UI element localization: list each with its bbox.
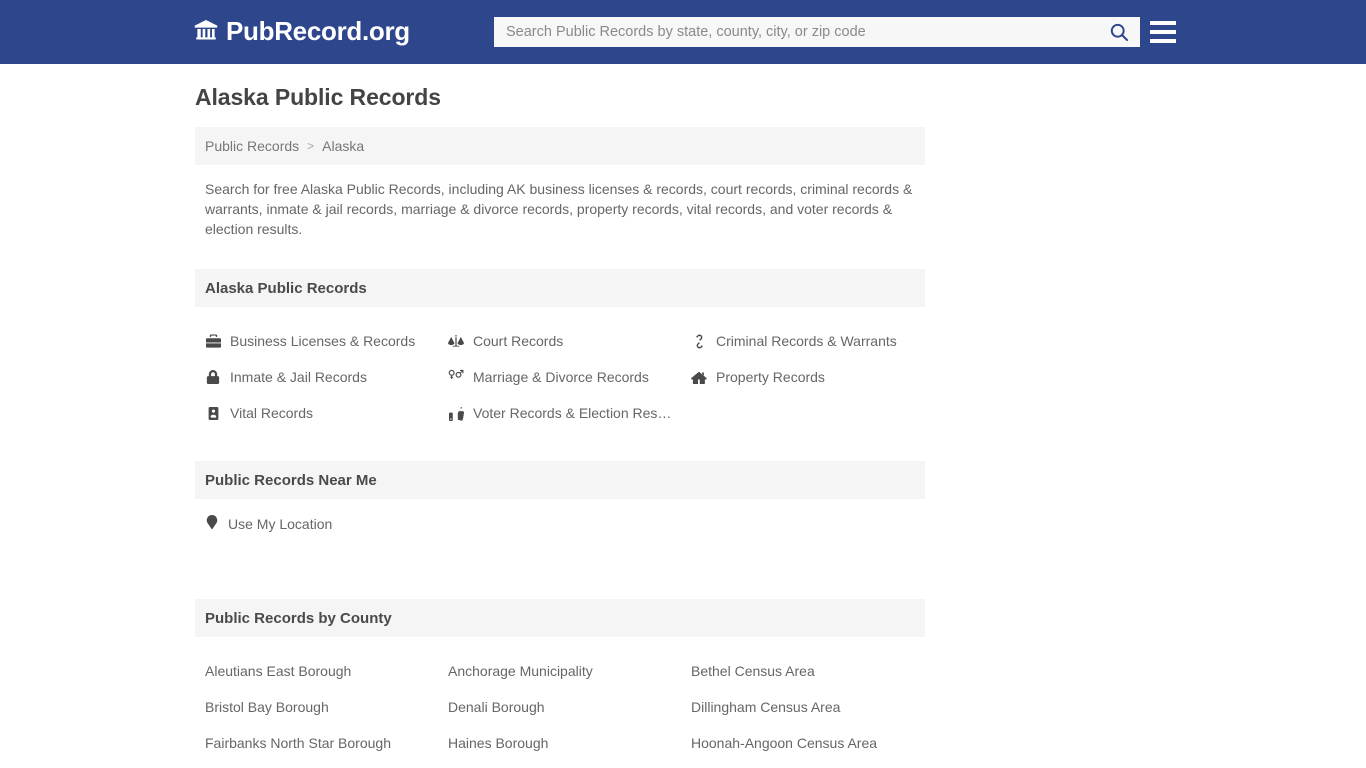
record-link-vital-records[interactable]: Vital Records <box>205 395 448 431</box>
balance-scale-icon <box>448 333 464 349</box>
records-section: Alaska Public Records Business Licenses … <box>195 269 925 431</box>
records-links-grid: Business Licenses & Records Court Record… <box>195 307 925 431</box>
county-section: Public Records by County Aleutians East … <box>195 599 925 768</box>
hamburger-bar-2 <box>1150 30 1176 34</box>
id-card-icon <box>205 405 221 421</box>
breadcrumb-separator: > <box>307 139 315 153</box>
content-container: Alaska Public Records Public Records > A… <box>195 84 925 768</box>
thumbs-up-icon <box>448 405 464 421</box>
county-link[interactable]: Bethel Census Area <box>691 653 935 689</box>
records-section-header: Alaska Public Records <box>195 269 925 307</box>
home-icon <box>691 369 707 385</box>
county-section-header: Public Records by County <box>195 599 925 637</box>
record-link-label: Voter Records & Election Res… <box>473 405 672 421</box>
records-section-title: Alaska Public Records <box>205 279 367 297</box>
use-my-location-label: Use My Location <box>228 515 333 532</box>
venus-mars-icon <box>448 369 464 385</box>
breadcrumb-item-alaska: Alaska <box>322 138 365 154</box>
record-link-voter-records[interactable]: Voter Records & Election Res… <box>448 395 691 431</box>
record-link-label: Vital Records <box>230 405 314 421</box>
county-section-title: Public Records by County <box>205 609 392 627</box>
page-title: Alaska Public Records <box>195 84 441 110</box>
breadcrumb-item-public-records[interactable]: Public Records <box>205 138 299 154</box>
county-link[interactable]: Haines Borough <box>448 725 691 761</box>
county-link[interactable]: Aleutians East Borough <box>205 653 448 689</box>
county-link[interactable]: Denali Borough <box>448 689 691 725</box>
hamburger-menu-icon[interactable] <box>1150 18 1176 46</box>
brand-logo-link[interactable]: PubRecord.org <box>194 18 410 44</box>
page-body: Alaska Public Records Public Records > A… <box>0 64 1366 768</box>
county-link[interactable]: Ketchikan Gateway Borough <box>691 761 935 768</box>
site-header: PubRecord.org <box>0 0 1366 64</box>
search-icon <box>1110 23 1129 42</box>
map-marker-icon <box>205 515 219 532</box>
county-link[interactable]: Kenai Peninsula Borough <box>448 761 691 768</box>
record-link-label: Court Records <box>473 333 564 349</box>
near-me-section: Public Records Near Me Use My Location <box>195 461 925 569</box>
record-link-criminal-records[interactable]: Criminal Records & Warrants <box>691 323 935 359</box>
hamburger-bar-1 <box>1150 21 1176 25</box>
record-link-label: Inmate & Jail Records <box>230 369 367 385</box>
university-icon <box>194 19 218 43</box>
record-link-inmate-jail-records[interactable]: Inmate & Jail Records <box>205 359 448 395</box>
county-link[interactable]: Fairbanks North Star Borough <box>205 725 448 761</box>
near-me-section-title: Public Records Near Me <box>205 471 377 489</box>
record-link-business-licenses[interactable]: Business Licenses & Records <box>205 323 448 359</box>
breadcrumb: Public Records > Alaska <box>195 127 925 165</box>
record-link-label: Criminal Records & Warrants <box>716 333 897 349</box>
search-button[interactable] <box>1098 17 1140 47</box>
intro-paragraph: Search for free Alaska Public Records, i… <box>205 181 913 237</box>
record-link-court-records[interactable]: Court Records <box>448 323 691 359</box>
county-links-grid: Aleutians East Borough Anchorage Municip… <box>195 637 925 768</box>
record-link-marriage-divorce-records[interactable]: Marriage & Divorce Records <box>448 359 691 395</box>
record-link-label: Property Records <box>716 369 825 385</box>
use-my-location-link[interactable]: Use My Location <box>205 515 915 532</box>
record-link-label: Business Licenses & Records <box>230 333 416 349</box>
record-link-property-records[interactable]: Property Records <box>691 359 935 395</box>
briefcase-icon <box>205 333 221 349</box>
county-link[interactable]: Hoonah-Angoon Census Area <box>691 725 935 761</box>
handcuffs-icon <box>691 333 707 349</box>
near-me-body: Use My Location <box>195 499 925 569</box>
hamburger-bar-3 <box>1150 39 1176 43</box>
brand-name: PubRecord.org <box>226 16 410 46</box>
county-link[interactable]: Juneau City and Borough <box>205 761 448 768</box>
county-link[interactable]: Anchorage Municipality <box>448 653 691 689</box>
county-link[interactable]: Bristol Bay Borough <box>205 689 448 725</box>
near-me-section-header: Public Records Near Me <box>195 461 925 499</box>
lock-icon <box>205 369 221 385</box>
search-input[interactable] <box>494 17 1098 47</box>
record-link-label: Marriage & Divorce Records <box>473 369 649 385</box>
search-bar[interactable] <box>494 17 1140 47</box>
county-link[interactable]: Dillingham Census Area <box>691 689 935 725</box>
